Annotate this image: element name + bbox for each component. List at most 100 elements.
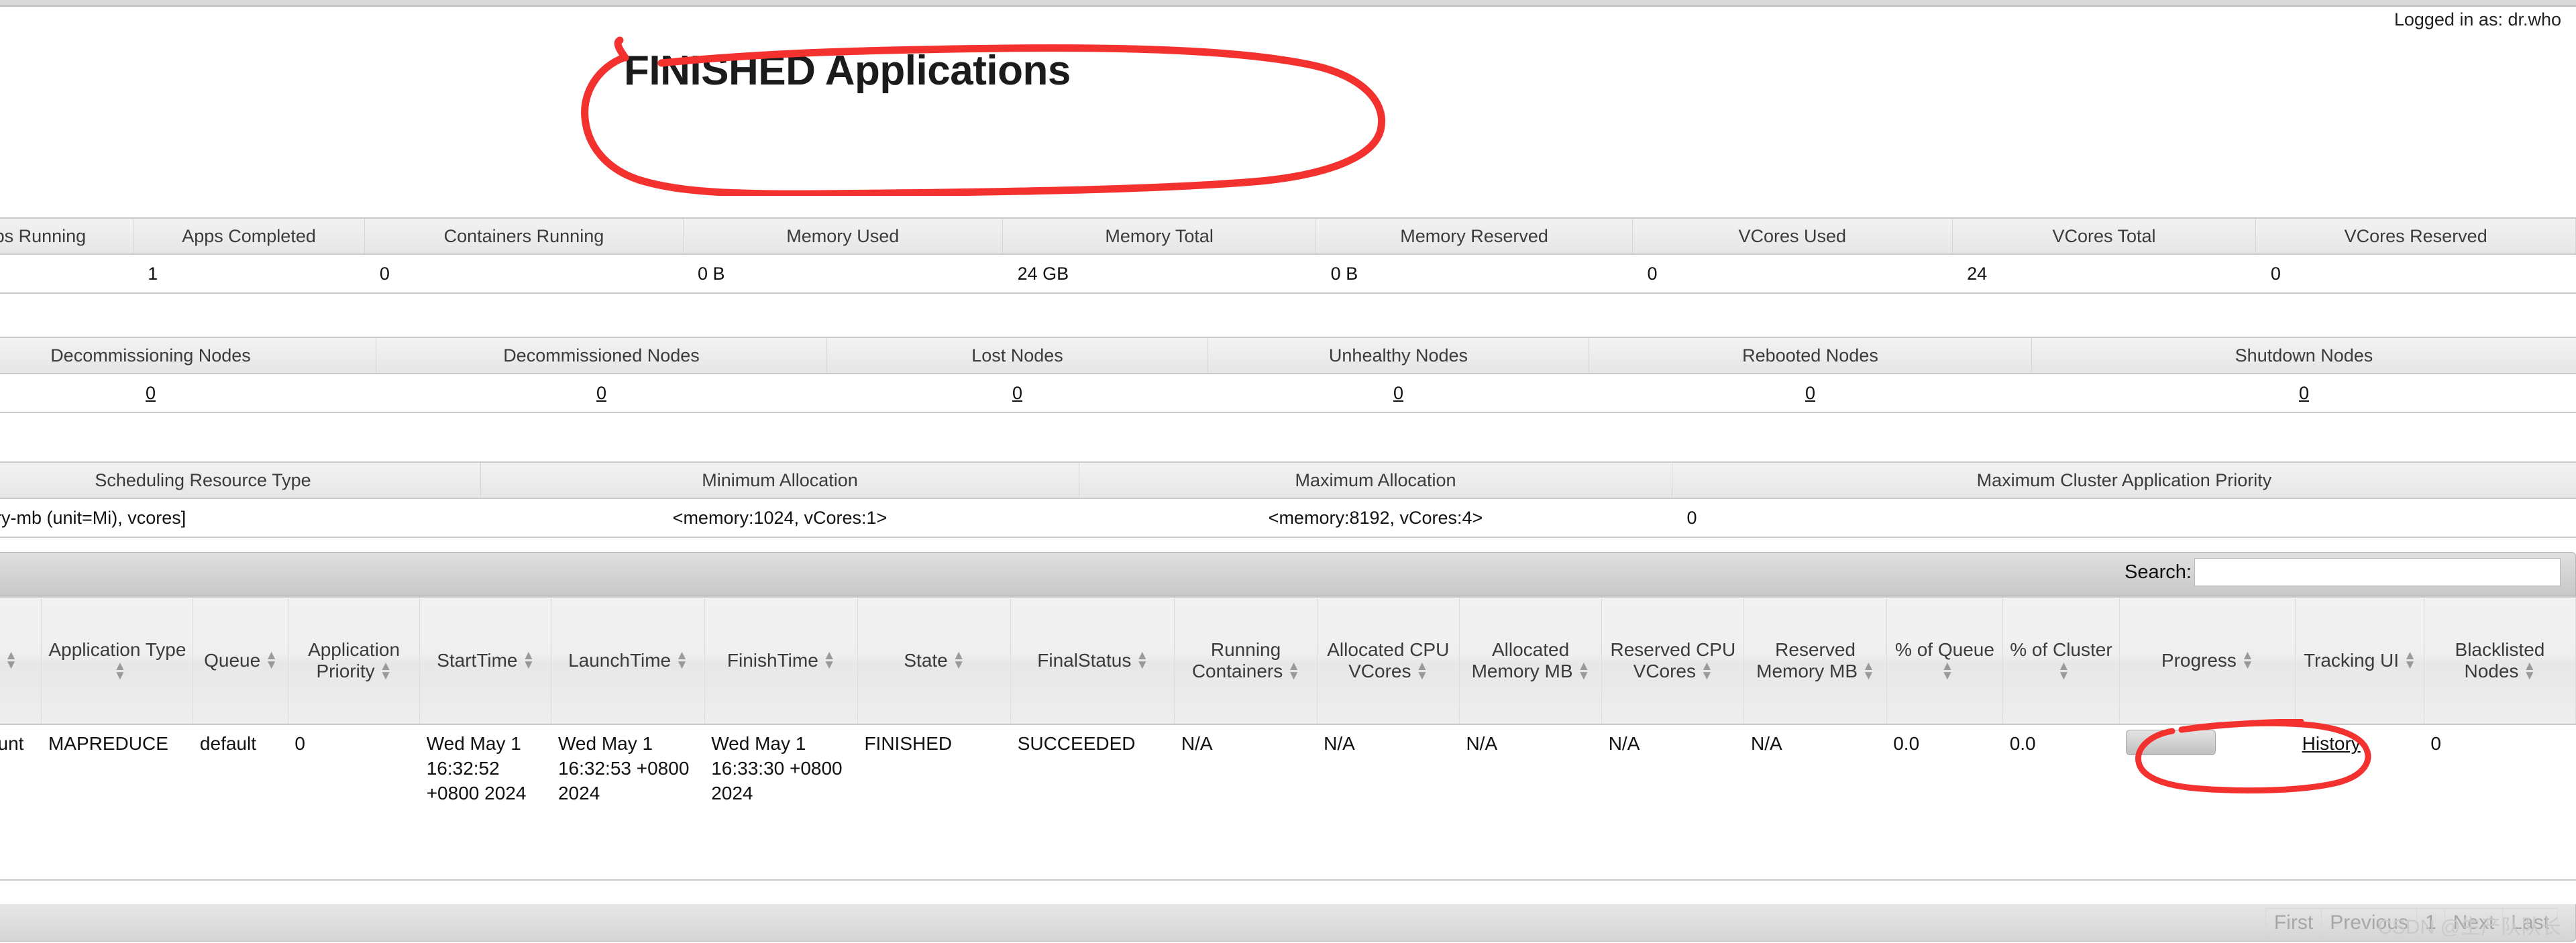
metric-value-memory-reserved-text: 0 B: [1322, 264, 1358, 284]
scheduler-value-resource-type-text: [memory-mb (unit=Mi), vcores]: [0, 508, 186, 529]
scheduler-header-min-allocation: Minimum Allocation: [481, 462, 1079, 498]
cell-application-type: MAPREDUCE: [42, 724, 193, 880]
col-header-starttime[interactable]: StartTime▲▼: [420, 597, 551, 724]
col-header-reserved-cpu-vcores-label: Reserved CPU VCores: [1610, 639, 1735, 681]
sort-chevron-icon[interactable]: ▲▼: [1287, 662, 1299, 682]
shutdown-nodes-link[interactable]: 0: [2299, 383, 2309, 403]
sort-chevron-icon[interactable]: ▲▼: [1941, 662, 1953, 682]
cluster-metrics-header-row: Apps Running Apps Completed Containers R…: [0, 218, 2576, 254]
rebooted-nodes-link[interactable]: 0: [1805, 383, 1815, 403]
sort-chevron-icon[interactable]: ▲▼: [380, 662, 392, 682]
apps-table-footer: First Previous 1 Next Last: [0, 904, 2576, 942]
node-value-lost-nodes[interactable]: 0: [827, 374, 1208, 412]
metric-header-memory-used: Memory Used: [683, 218, 1003, 254]
col-header-running-containers-label: Running Containers: [1192, 639, 1283, 681]
sort-chevron-icon[interactable]: ▲▼: [5, 651, 17, 671]
sort-chevron-icon[interactable]: ▲▼: [2057, 662, 2070, 682]
node-value-decommissioning-nodes[interactable]: 0: [0, 374, 376, 412]
cell-pct-of-cluster: 0.0: [2003, 724, 2119, 880]
col-header-blacklisted-nodes[interactable]: Blacklisted Nodes▲▼: [2424, 597, 2575, 724]
cell-name[interactable]: word count: [0, 724, 42, 880]
metric-value-memory-used: 0 B: [683, 254, 1003, 293]
apps-table-toolbar: Search:: [0, 552, 2576, 596]
node-value-rebooted-nodes[interactable]: 0: [1589, 374, 2032, 412]
col-header-name[interactable]: Name▲▼: [0, 597, 42, 724]
search-label: Search:: [2125, 561, 2192, 584]
table-row[interactable]: word count MAPREDUCE default 0 Wed May 1…: [0, 724, 2576, 880]
metric-value-memory-used-text: 0 B: [688, 264, 725, 284]
pagination-first[interactable]: First: [2265, 908, 2321, 938]
col-header-progress-label: Progress: [2161, 650, 2237, 671]
pagination-last[interactable]: Last: [2502, 908, 2558, 938]
sort-chevron-icon[interactable]: ▲▼: [1415, 662, 1428, 682]
history-link[interactable]: History: [2302, 733, 2361, 754]
col-header-reserved-cpu-vcores[interactable]: Reserved CPU VCores▲▼: [1602, 597, 1744, 724]
col-header-finalstatus[interactable]: FinalStatus▲▼: [1011, 597, 1175, 724]
metric-header-vcores-total: VCores Total: [1952, 218, 2256, 254]
col-header-launchtime[interactable]: LaunchTime▲▼: [551, 597, 704, 724]
cell-tracking-ui[interactable]: History: [2296, 724, 2424, 880]
col-header-queue[interactable]: Queue▲▼: [193, 597, 288, 724]
sort-chevron-icon[interactable]: ▲▼: [2241, 651, 2253, 671]
col-header-pct-of-queue[interactable]: % of Queue▲▼: [1886, 597, 2002, 724]
decommissioning-nodes-link[interactable]: 0: [146, 383, 156, 403]
node-value-unhealthy-nodes[interactable]: 0: [1208, 374, 1589, 412]
page-title-area: FINISHED Applications: [0, 42, 2576, 129]
metric-value-containers-running-text: 0: [370, 264, 390, 284]
sort-chevron-icon[interactable]: ▲▼: [953, 651, 965, 671]
metric-value-vcores-used-text: 0: [1638, 264, 1658, 284]
unhealthy-nodes-link[interactable]: 0: [1393, 383, 1403, 403]
metric-value-vcores-total-text: 24: [1957, 264, 1987, 284]
metric-header-memory-reserved: Memory Reserved: [1316, 218, 1633, 254]
cell-state: FINISHED: [857, 724, 1010, 880]
cell-progress: [2119, 724, 2295, 880]
col-header-pct-of-cluster[interactable]: % of Cluster▲▼: [2003, 597, 2119, 724]
scheduler-header-max-allocation: Maximum Allocation: [1079, 462, 1672, 498]
node-value-shutdown-nodes[interactable]: 0: [2032, 374, 2576, 412]
col-header-allocated-memory-mb-label: Allocated Memory MB: [1472, 639, 1573, 681]
pagination-next[interactable]: Next: [2445, 908, 2503, 938]
col-header-application-type-label: Application Type: [48, 639, 186, 660]
decommissioned-nodes-link[interactable]: 0: [596, 383, 606, 403]
sort-chevron-icon[interactable]: ▲▼: [2523, 662, 2535, 682]
search-container: Search:: [2125, 558, 2561, 586]
scheduler-metrics-value-row: [memory-mb (unit=Mi), vcores] <memory:10…: [0, 498, 2576, 537]
col-header-reserved-memory-mb[interactable]: Reserved Memory MB▲▼: [1744, 597, 1886, 724]
node-metrics-header-row: Decommissioning Nodes Decommissioned Nod…: [0, 337, 2576, 374]
sort-chevron-icon[interactable]: ▲▼: [2404, 651, 2416, 671]
pagination-page-1[interactable]: 1: [2416, 908, 2445, 938]
metric-header-apps-running: Apps Running: [0, 218, 133, 254]
sort-chevron-icon[interactable]: ▲▼: [1578, 662, 1590, 682]
lost-nodes-link[interactable]: 0: [1012, 383, 1022, 403]
sort-chevron-icon[interactable]: ▲▼: [523, 651, 535, 671]
metric-value-vcores-reserved-text: 0: [2261, 264, 2281, 284]
col-header-application-type[interactable]: Application Type▲▼: [42, 597, 193, 724]
sort-chevron-icon[interactable]: ▲▼: [1136, 651, 1148, 671]
search-input[interactable]: [2194, 558, 2561, 586]
col-header-application-priority[interactable]: Application Priority▲▼: [288, 597, 419, 724]
progress-bar: [2126, 730, 2216, 755]
col-header-progress[interactable]: Progress▲▼: [2119, 597, 2295, 724]
node-value-decommissioned-nodes[interactable]: 0: [376, 374, 827, 412]
sort-chevron-icon[interactable]: ▲▼: [676, 651, 688, 671]
sort-chevron-icon[interactable]: ▲▼: [265, 651, 277, 671]
node-header-shutdown-nodes: Shutdown Nodes: [2032, 337, 2576, 374]
pagination-previous[interactable]: Previous: [2321, 908, 2416, 938]
cluster-metrics-table: Apps Running Apps Completed Containers R…: [0, 217, 2576, 294]
cell-pct-of-queue: 0.0: [1886, 724, 2002, 880]
cell-starttime: Wed May 1 16:32:52 +0800 2024: [420, 724, 551, 880]
col-header-allocated-memory-mb[interactable]: Allocated Memory MB▲▼: [1459, 597, 1601, 724]
sort-chevron-icon[interactable]: ▲▼: [823, 651, 835, 671]
sort-chevron-icon[interactable]: ▲▼: [1701, 662, 1713, 682]
sort-chevron-icon[interactable]: ▲▼: [1862, 662, 1874, 682]
sort-chevron-icon[interactable]: ▲▼: [113, 662, 125, 682]
cell-reserved-cpu-vcores: N/A: [1602, 724, 1744, 880]
metric-value-apps-completed: 1: [133, 254, 365, 293]
col-header-allocated-cpu-vcores[interactable]: Allocated CPU VCores▲▼: [1317, 597, 1459, 724]
scheduler-metrics-header-row: Scheduling Resource Type Minimum Allocat…: [0, 462, 2576, 498]
col-header-state[interactable]: State▲▼: [857, 597, 1010, 724]
col-header-running-containers[interactable]: Running Containers▲▼: [1175, 597, 1317, 724]
col-header-tracking-ui[interactable]: Tracking UI▲▼: [2296, 597, 2424, 724]
metric-value-containers-running: 0: [365, 254, 683, 293]
col-header-finishtime[interactable]: FinishTime▲▼: [704, 597, 857, 724]
